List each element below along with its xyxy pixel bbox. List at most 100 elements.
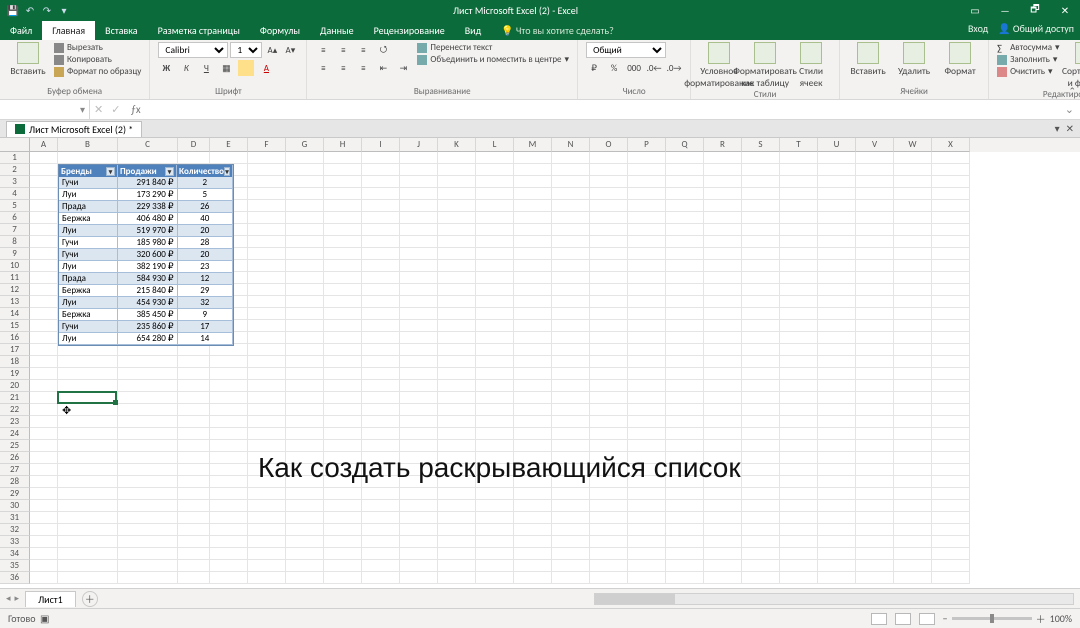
cell[interactable] — [438, 392, 476, 404]
cell[interactable] — [894, 440, 932, 452]
cell[interactable] — [178, 476, 210, 488]
cell[interactable] — [476, 428, 514, 440]
comma-icon[interactable]: 000 — [626, 60, 642, 76]
table-cell[interactable]: 40 — [178, 213, 233, 225]
cell[interactable] — [932, 440, 970, 452]
cell[interactable] — [286, 200, 324, 212]
column-header[interactable]: E — [210, 138, 248, 152]
cell[interactable] — [30, 308, 58, 320]
cell[interactable] — [362, 488, 400, 500]
cell[interactable] — [476, 356, 514, 368]
cell[interactable] — [666, 404, 704, 416]
cell[interactable] — [590, 212, 628, 224]
cell[interactable] — [438, 524, 476, 536]
cell[interactable] — [30, 272, 58, 284]
align-center-icon[interactable]: ≡ — [335, 60, 351, 76]
cell[interactable] — [742, 404, 780, 416]
cell[interactable] — [30, 152, 58, 164]
cell[interactable] — [362, 164, 400, 176]
tab-layout[interactable]: Разметка страницы — [148, 21, 250, 40]
cell[interactable] — [628, 200, 666, 212]
cell[interactable] — [58, 368, 118, 380]
cell[interactable] — [476, 404, 514, 416]
cell[interactable] — [894, 404, 932, 416]
cell[interactable] — [438, 440, 476, 452]
cell[interactable] — [438, 500, 476, 512]
cell[interactable] — [894, 236, 932, 248]
cell[interactable] — [552, 260, 590, 272]
row-header[interactable]: 9 — [0, 248, 30, 260]
tab-review[interactable]: Рецензирование — [364, 21, 455, 40]
cell[interactable] — [818, 404, 856, 416]
cell[interactable] — [628, 272, 666, 284]
minimize-icon[interactable]: — — [990, 1, 1020, 19]
cell[interactable] — [400, 152, 438, 164]
cell[interactable] — [552, 392, 590, 404]
cell[interactable] — [818, 164, 856, 176]
cell[interactable] — [818, 284, 856, 296]
cell[interactable] — [628, 428, 666, 440]
cell[interactable] — [742, 356, 780, 368]
cell[interactable] — [742, 344, 780, 356]
cell[interactable] — [58, 416, 118, 428]
cell[interactable] — [856, 476, 894, 488]
cell[interactable] — [210, 368, 248, 380]
table-row[interactable]: Луи454 930 ₽32 — [59, 297, 233, 309]
indent-inc-icon[interactable]: ⇥ — [395, 60, 411, 76]
cell[interactable] — [856, 524, 894, 536]
cell[interactable] — [362, 500, 400, 512]
column-header[interactable]: T — [780, 138, 818, 152]
autosum-button[interactable]: ∑Автосумма ▾ — [997, 42, 1060, 53]
cell[interactable] — [932, 308, 970, 320]
cell[interactable] — [286, 164, 324, 176]
cell[interactable] — [476, 440, 514, 452]
cell[interactable] — [286, 548, 324, 560]
cell[interactable] — [514, 320, 552, 332]
cell[interactable] — [30, 188, 58, 200]
cell[interactable] — [666, 572, 704, 584]
font-size-select[interactable]: 11 — [230, 42, 262, 58]
cell[interactable] — [894, 560, 932, 572]
cell[interactable] — [666, 224, 704, 236]
cell[interactable] — [400, 488, 438, 500]
cell[interactable] — [742, 476, 780, 488]
cell[interactable] — [324, 272, 362, 284]
cell[interactable] — [286, 428, 324, 440]
cell[interactable] — [400, 404, 438, 416]
cell[interactable] — [552, 500, 590, 512]
cell[interactable] — [118, 452, 178, 464]
table-row[interactable]: Луи519 970 ₽20 — [59, 225, 233, 237]
cell[interactable] — [514, 356, 552, 368]
cell[interactable] — [590, 536, 628, 548]
cell[interactable] — [894, 572, 932, 584]
cell[interactable] — [324, 152, 362, 164]
cell[interactable] — [58, 440, 118, 452]
cell[interactable] — [552, 440, 590, 452]
table-cell[interactable]: Гучи — [59, 237, 118, 249]
cell[interactable] — [30, 488, 58, 500]
row-header[interactable]: 29 — [0, 488, 30, 500]
cell[interactable] — [932, 560, 970, 572]
cell[interactable] — [514, 488, 552, 500]
cell[interactable] — [438, 236, 476, 248]
table-cell[interactable]: 291 840 ₽ — [118, 177, 177, 189]
cell[interactable] — [704, 344, 742, 356]
cell[interactable] — [210, 380, 248, 392]
cell[interactable] — [856, 392, 894, 404]
cell[interactable] — [248, 224, 286, 236]
cell[interactable] — [666, 176, 704, 188]
cell[interactable] — [590, 404, 628, 416]
column-header[interactable]: K — [438, 138, 476, 152]
cell[interactable] — [552, 416, 590, 428]
cell[interactable] — [856, 404, 894, 416]
cell[interactable] — [780, 464, 818, 476]
row-header[interactable]: 14 — [0, 308, 30, 320]
cell[interactable] — [248, 392, 286, 404]
cell[interactable] — [704, 284, 742, 296]
cell[interactable] — [742, 548, 780, 560]
cell[interactable] — [58, 452, 118, 464]
cell[interactable] — [362, 188, 400, 200]
row-header[interactable]: 7 — [0, 224, 30, 236]
cell[interactable] — [666, 164, 704, 176]
cell[interactable] — [780, 512, 818, 524]
